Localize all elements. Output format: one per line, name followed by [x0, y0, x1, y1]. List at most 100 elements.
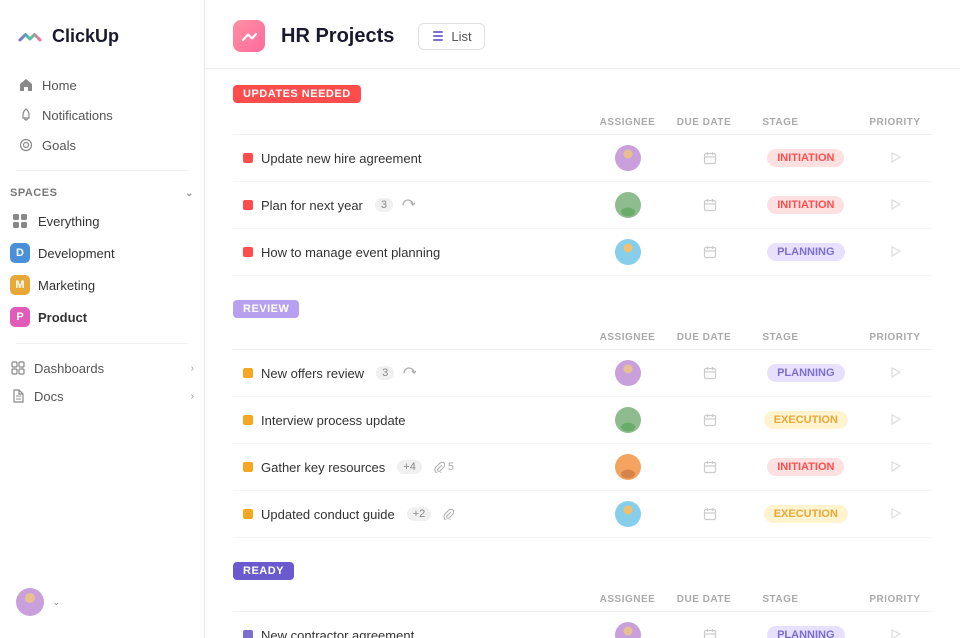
- user-avatar-img: [16, 588, 44, 616]
- dashboards-icon: [10, 360, 26, 376]
- sidebar: ClickUp Home Notifications Goals S: [0, 0, 205, 638]
- sidebar-item-home-label: Home: [42, 78, 77, 93]
- view-list-button[interactable]: List: [418, 23, 484, 50]
- task-badge: +4: [397, 460, 422, 474]
- priority-icon: [869, 628, 922, 638]
- col-header-stage-ready: STAGE: [752, 588, 859, 612]
- table-row[interactable]: How to manage event planning: [233, 229, 932, 276]
- sidebar-item-docs[interactable]: Docs ›: [0, 382, 204, 410]
- task-name: How to manage event planning: [261, 245, 440, 260]
- main-content: HR Projects List UPDATES NEEDED ASSIGNEE…: [205, 0, 960, 638]
- task-dot: [243, 247, 253, 257]
- clickup-logo-icon: [16, 22, 44, 50]
- date-icon: [677, 151, 743, 165]
- divider-2: [16, 343, 188, 344]
- priority-icon: [869, 460, 922, 474]
- col-header-name-review: [233, 326, 590, 350]
- view-list-label: List: [451, 29, 471, 44]
- bell-icon: [18, 107, 34, 123]
- dashboards-chevron: ›: [191, 363, 194, 374]
- table-row[interactable]: Updated conduct guide +2: [233, 491, 932, 538]
- sidebar-item-development[interactable]: D Development: [0, 237, 204, 269]
- col-header-date-review: DUE DATE: [667, 326, 753, 350]
- sidebar-item-product[interactable]: P Product: [0, 301, 204, 333]
- ready-table: ASSIGNEE DUE DATE STAGE PRIORITY New con…: [233, 588, 932, 638]
- sidebar-item-development-label: Development: [38, 246, 115, 261]
- user-avatar[interactable]: [16, 588, 44, 616]
- review-table: ASSIGNEE DUE DATE STAGE PRIORITY New off…: [233, 326, 932, 538]
- avatar: [615, 360, 641, 386]
- task-dot: [243, 200, 253, 210]
- main-header: HR Projects List: [205, 0, 960, 69]
- date-icon: [677, 366, 743, 380]
- priority-icon: [869, 413, 922, 427]
- sidebar-item-marketing[interactable]: M Marketing: [0, 269, 204, 301]
- table-row[interactable]: Gather key resources +4 5: [233, 444, 932, 491]
- task-name: Gather key resources: [261, 460, 385, 475]
- docs-icon: [10, 388, 26, 404]
- sidebar-item-everything[interactable]: Everything: [0, 205, 204, 237]
- stage-badge: INITIATION: [767, 196, 844, 214]
- section-review-label: REVIEW: [233, 300, 299, 318]
- sidebar-item-notifications-label: Notifications: [42, 108, 113, 123]
- col-header-name-ready: [233, 588, 590, 612]
- logo-text: ClickUp: [52, 26, 119, 47]
- date-icon: [677, 413, 743, 427]
- sidebar-item-goals-label: Goals: [42, 138, 76, 153]
- user-menu-chevron: ⌄: [52, 597, 60, 608]
- table-row[interactable]: Plan for next year 3: [233, 182, 932, 229]
- task-badge: 3: [376, 366, 394, 380]
- task-name: New offers review: [261, 366, 364, 381]
- docs-left: Docs: [10, 388, 64, 404]
- sidebar-item-home[interactable]: Home: [8, 70, 196, 100]
- avatar: [615, 454, 641, 480]
- home-icon: [18, 77, 34, 93]
- task-badge: 3: [375, 198, 393, 212]
- task-dot: [243, 509, 253, 519]
- table-row[interactable]: Update new hire agreement: [233, 135, 932, 182]
- task-name: Updated conduct guide: [261, 507, 395, 522]
- divider-1: [16, 170, 188, 171]
- everything-icon: [10, 211, 30, 231]
- priority-icon: [869, 245, 922, 259]
- sidebar-item-notifications[interactable]: Notifications: [8, 100, 196, 130]
- avatar: [615, 501, 641, 527]
- col-header-stage-updates: STAGE: [752, 111, 859, 135]
- priority-icon: [869, 151, 922, 165]
- stage-badge: PLANNING: [767, 364, 844, 382]
- table-row[interactable]: New offers review 3: [233, 350, 932, 397]
- task-dot: [243, 630, 253, 638]
- spaces-chevron: ⌄: [185, 188, 194, 199]
- avatar: [615, 407, 641, 433]
- col-header-assignee-updates: ASSIGNEE: [590, 111, 667, 135]
- section-ready-label: READY: [233, 562, 294, 580]
- section-review: REVIEW ASSIGNEE DUE DATE STAGE PRIORITY: [233, 300, 932, 538]
- stage-badge: EXECUTION: [764, 505, 848, 523]
- table-row[interactable]: Interview process update: [233, 397, 932, 444]
- priority-icon: [869, 198, 922, 212]
- spaces-section-header[interactable]: Spaces ⌄: [0, 181, 204, 205]
- priority-icon: [869, 366, 922, 380]
- avatar: [615, 192, 641, 218]
- recur-icon: [402, 366, 416, 380]
- table-row[interactable]: New contractor agreement: [233, 612, 932, 638]
- avatar: [615, 145, 641, 171]
- task-name: Update new hire agreement: [261, 151, 421, 166]
- stage-badge: INITIATION: [767, 149, 844, 167]
- project-icon: [233, 20, 265, 52]
- sidebar-item-goals[interactable]: Goals: [8, 130, 196, 160]
- logo[interactable]: ClickUp: [0, 12, 204, 70]
- updates-table: ASSIGNEE DUE DATE STAGE PRIORITY Update …: [233, 111, 932, 276]
- docs-label: Docs: [34, 389, 64, 404]
- col-header-date-ready: DUE DATE: [667, 588, 753, 612]
- date-icon: [677, 460, 743, 474]
- date-icon: [677, 628, 743, 638]
- task-dot: [243, 462, 253, 472]
- marketing-dot: M: [10, 275, 30, 295]
- task-badge: +2: [407, 507, 432, 521]
- date-icon: [677, 198, 743, 212]
- sidebar-item-marketing-label: Marketing: [38, 278, 95, 293]
- sidebar-item-dashboards[interactable]: Dashboards ›: [0, 354, 204, 382]
- section-ready: READY ASSIGNEE DUE DATE STAGE PRIORITY: [233, 562, 932, 638]
- priority-icon: [869, 507, 922, 521]
